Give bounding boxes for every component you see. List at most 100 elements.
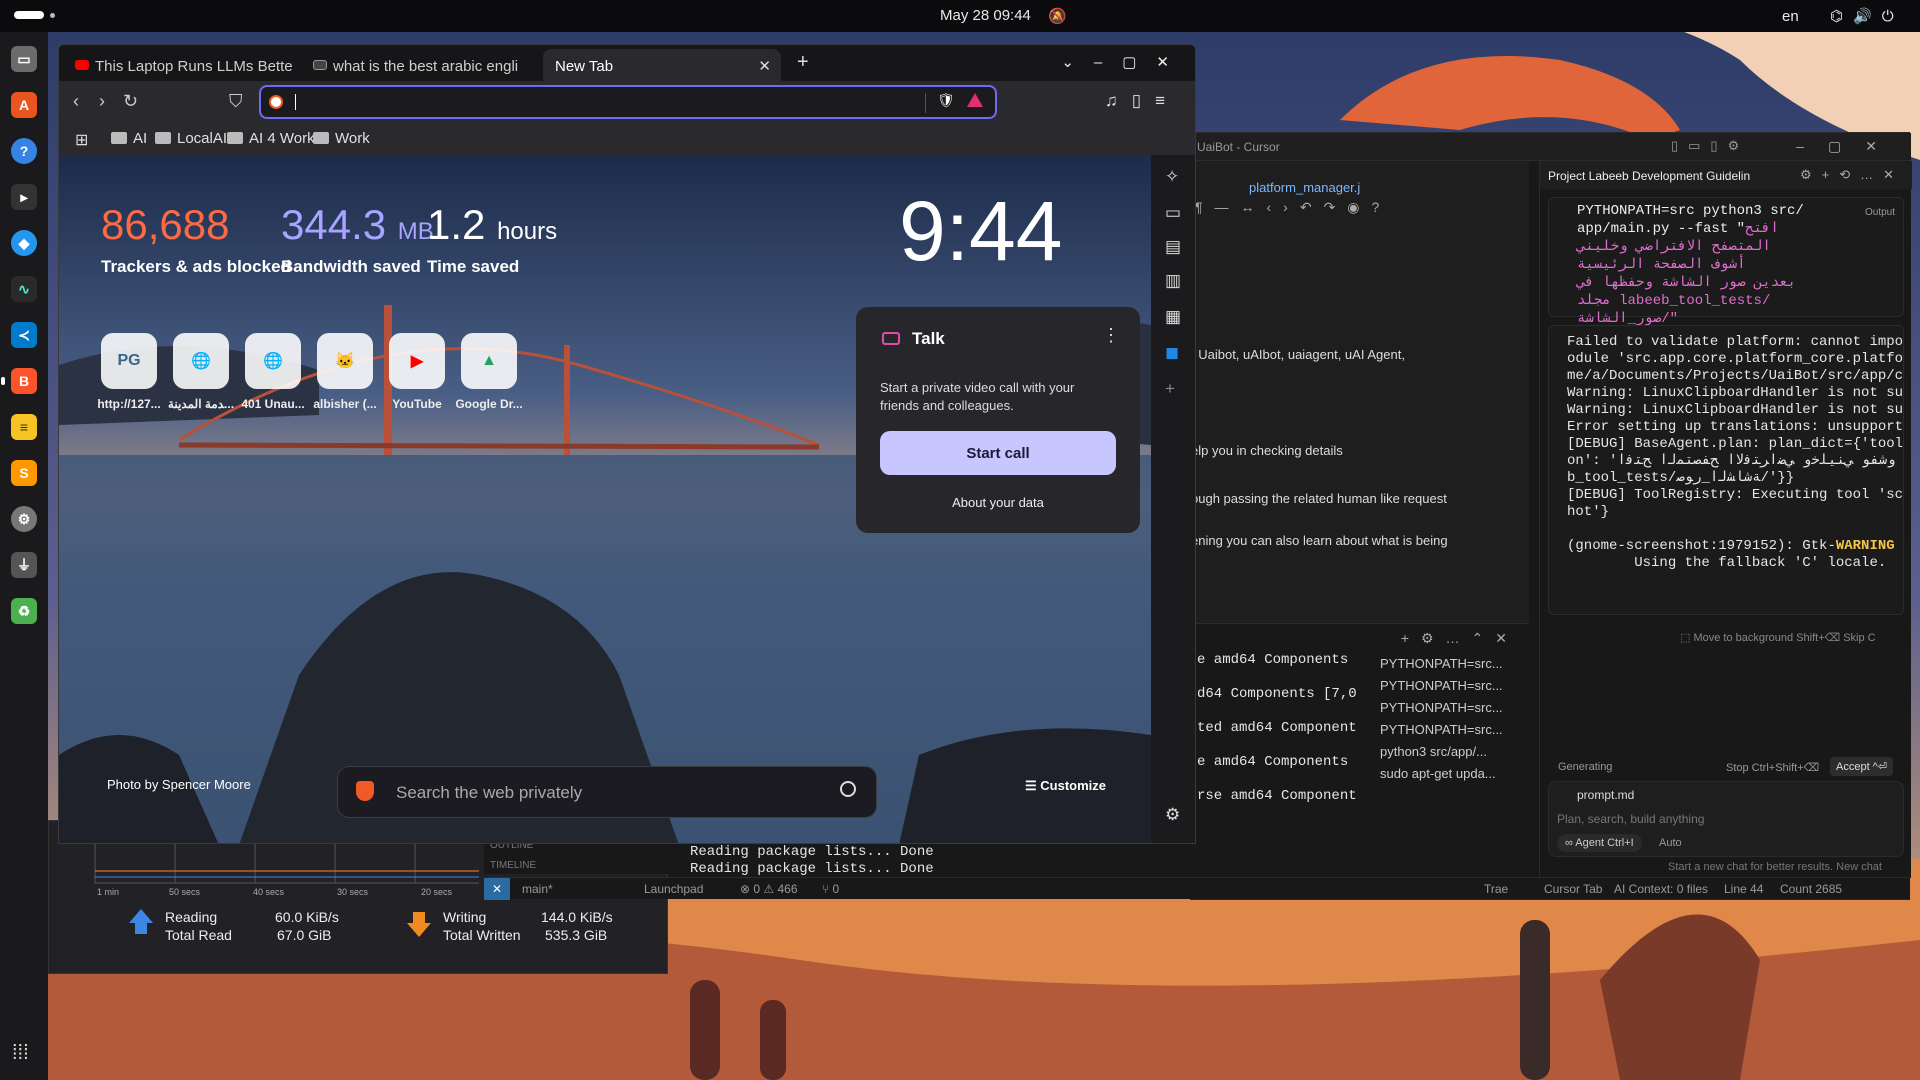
reload-icon[interactable]: ↻ [123, 91, 138, 112]
search-box[interactable]: Search the web privately [337, 766, 877, 818]
ai-context-status[interactable]: AI Context: 0 files [1614, 882, 1708, 896]
keyboard-language[interactable]: en [1782, 8, 1799, 25]
toolbar-right-icons[interactable]: ♫▯≡ [1105, 91, 1179, 111]
remote-indicator-icon[interactable]: ✕ [484, 878, 510, 900]
browser-window-controls[interactable]: ⌄–▢✕ [1061, 53, 1189, 71]
tab-arabic-search[interactable]: what is the best arabic engli [303, 49, 537, 81]
move-to-background[interactable]: ⬚ Move to background Shift+⌫ Skip C [1680, 631, 1876, 644]
terminal-panel-controls[interactable]: +⚙…⌃✕ [1401, 630, 1519, 647]
vscode-icon[interactable]: ≺ [11, 322, 37, 348]
model-selector[interactable]: Auto [1659, 837, 1682, 849]
customize-button[interactable]: ☰ Customize [1025, 778, 1106, 794]
talk-sidebar-icon[interactable]: ▭ [1165, 203, 1181, 223]
trae-status[interactable]: Trae [1484, 882, 1508, 896]
github-icon: 🐱 [335, 353, 355, 370]
top-site-madina[interactable]: 🌐 [173, 333, 229, 389]
bookmark-folder-work[interactable]: Work [313, 130, 370, 147]
forward-icon[interactable]: › [99, 91, 105, 112]
bookmark-folder-ai[interactable]: AI [111, 130, 147, 147]
site-shield-icon[interactable] [269, 95, 283, 109]
top-site-localhost[interactable]: PG [101, 333, 157, 389]
system-monitor-icon[interactable]: ∿ [11, 276, 37, 302]
stop-button[interactable]: Stop Ctrl+Shift+⌫ [1726, 761, 1819, 774]
reading-list-icon[interactable]: ▦ [1165, 307, 1181, 327]
new-tab-button[interactable]: + [797, 51, 809, 74]
add-sidebar-item-icon[interactable]: + [1165, 379, 1175, 399]
terminal-icon[interactable]: ▸ [11, 184, 37, 210]
tab-youtube-llm[interactable]: This Laptop Runs LLMs Bette [65, 49, 299, 81]
word-count[interactable]: Count 2685 [1780, 882, 1842, 896]
system-status-icons[interactable]: ⌬🔊⏻ [1830, 7, 1904, 25]
bookmark-folder-ai-4-work[interactable]: AI 4 Work [227, 130, 315, 147]
layout-controls[interactable]: ▯▭▯⚙ [1671, 138, 1749, 154]
graph-tick: 20 secs [421, 887, 453, 897]
git-branch[interactable]: main* [522, 882, 553, 896]
chat-title[interactable]: Project Labeeb Development Guidelin ⚙+⟲…… [1540, 161, 1912, 189]
terminal-instance[interactable]: PYTHONPATH=src... [1376, 719, 1526, 741]
leo-ai-icon[interactable]: ✧ [1165, 167, 1179, 187]
new-chat-hint[interactable]: Start a new chat for better results. New… [1668, 861, 1882, 873]
problems-count[interactable]: ⊗ 0 ⚠ 466 [740, 882, 798, 896]
files-app-icon[interactable]: ▭ [11, 46, 37, 72]
outlook-icon[interactable]: ◼ [1165, 343, 1179, 363]
context-file-chip[interactable]: prompt.md [1577, 788, 1634, 802]
url-input[interactable] [301, 91, 901, 113]
bookmark-folder-localai[interactable]: LocalAI [155, 130, 227, 147]
search-icon[interactable] [840, 781, 856, 797]
wallet-icon[interactable]: ▤ [1165, 237, 1181, 257]
cursor-line[interactable]: Line 44 [1724, 882, 1763, 896]
terminal-instance[interactable]: sudo apt-get upda... [1376, 763, 1526, 785]
talk-menu-icon[interactable]: ⋮ [1102, 325, 1120, 346]
terminal-instance[interactable]: PYTHONPATH=src... [1376, 653, 1526, 675]
settings-gear-icon[interactable]: ⚙ [11, 506, 37, 532]
launchpad[interactable]: Launchpad [644, 882, 703, 896]
close-tab-icon[interactable]: ✕ [758, 57, 771, 75]
search-input[interactable]: Search the web privately [396, 783, 582, 803]
bookmarks-sidebar-icon[interactable]: ▥ [1165, 271, 1181, 291]
terminal-instance[interactable]: PYTHONPATH=src... [1376, 675, 1526, 697]
activities-indicator[interactable] [14, 11, 44, 19]
bookmark-label: LocalAI [177, 130, 228, 147]
notes-app-icon[interactable]: ≡ [11, 414, 37, 440]
top-site-youtube[interactable]: ▶ [389, 333, 445, 389]
photo-credit[interactable]: Photo by Spencer Moore [107, 777, 251, 792]
code-editor[interactable]: platform_manager.j ¶—↔‹›↶↷◉? , Uaibot, u… [1191, 161, 1529, 656]
editor-line: , Uaibot, uAIbot, uaiagent, uAI Agent, [1191, 347, 1405, 362]
globe-icon: 🌐 [191, 353, 211, 370]
about-your-data-link[interactable]: About your data [856, 495, 1140, 510]
chat-header-icons[interactable]: ⚙+⟲…✕ [1800, 167, 1904, 183]
markdown-toolbar[interactable]: ¶—↔‹›↶↷◉? [1191, 199, 1529, 227]
chat-command-block: Output PYTHONPATH=src python3 src/ app/ma… [1548, 197, 1904, 327]
terminal-instance[interactable]: python3 src/app/... [1376, 741, 1526, 763]
timeline-section[interactable]: TIMELINE [490, 860, 536, 871]
help-icon[interactable]: ? [11, 138, 37, 164]
tab-new-tab[interactable]: New Tab ✕ [543, 49, 781, 81]
address-bar[interactable]: 🛡 [259, 85, 997, 119]
brave-browser-icon[interactable]: B [1, 368, 37, 394]
accept-button[interactable]: Accept ^⏎ [1830, 757, 1894, 776]
bookmark-icon[interactable]: ⛉ [229, 91, 243, 112]
back-icon[interactable]: ‹ [73, 91, 79, 112]
chat-composer[interactable]: prompt.md Plan, search, build anything ∞… [1548, 781, 1904, 857]
top-site-github[interactable]: 🐱 [317, 333, 373, 389]
cursor-tab-status[interactable]: Cursor Tab [1544, 882, 1602, 896]
apps-grid-icon[interactable]: ⊞ [75, 130, 88, 150]
brave-rewards-icon[interactable] [967, 93, 983, 107]
app-center-icon[interactable]: A [11, 92, 37, 118]
docker-icon[interactable]: ◆ [11, 230, 37, 256]
brave-shields-icon[interactable]: 🛡 [937, 92, 955, 109]
top-site-google-drive[interactable]: ▲ [461, 333, 517, 389]
chat-input[interactable]: Plan, search, build anything [1557, 812, 1704, 826]
sidebar-settings-gear-icon[interactable]: ⚙ [1165, 805, 1180, 825]
terminal-instance[interactable]: PYTHONPATH=src... [1376, 697, 1526, 719]
top-site-401[interactable]: 🌐 [245, 333, 301, 389]
ports-count[interactable]: ⑂ 0 [822, 882, 839, 896]
usb-drive-icon[interactable]: ⏚ [11, 552, 37, 578]
system-clock[interactable]: May 28 09:44 [940, 7, 1031, 24]
sublime-text-icon[interactable]: S [11, 460, 37, 486]
agent-mode-selector[interactable]: ∞ Agent Ctrl+I [1557, 834, 1642, 852]
show-apps-icon[interactable]: ⁞⁞⁞ [12, 1042, 29, 1065]
start-call-button[interactable]: Start call [880, 431, 1116, 475]
trash-icon[interactable]: ♻ [11, 598, 37, 624]
cursor-window-controls[interactable]: –▢✕ [1796, 138, 1901, 155]
